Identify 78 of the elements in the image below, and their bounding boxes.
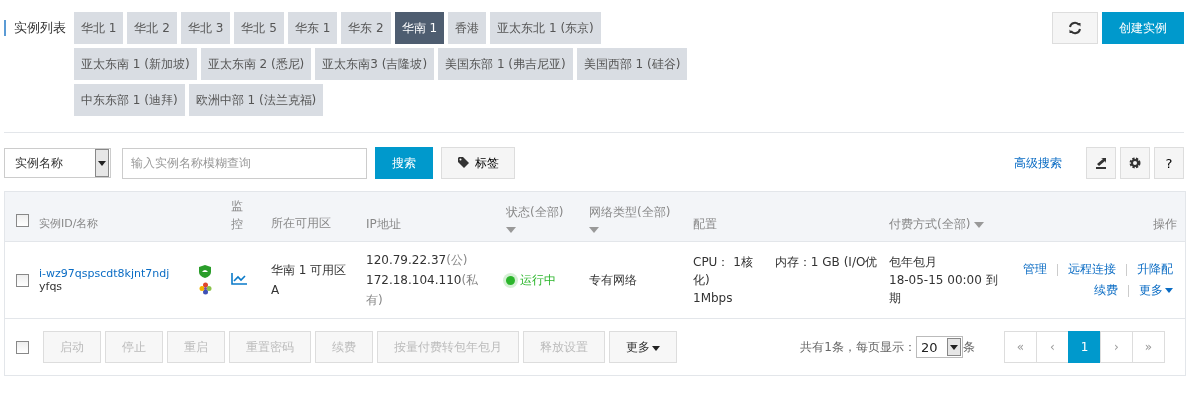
column-header: 实例ID/名称 — [39, 216, 99, 232]
chart-icon[interactable] — [231, 272, 247, 285]
caret-icon — [974, 222, 985, 228]
search-button[interactable]: 搜索 — [375, 147, 433, 179]
instance-id-link[interactable]: i-wz97qspscdt8kjnt7ndj — [39, 267, 170, 280]
page-size-unit: 条 — [963, 338, 975, 356]
region-tab[interactable]: 华北 2 — [127, 12, 177, 44]
public-ip: 120.79.22.37(公) — [366, 252, 469, 269]
page-button[interactable]: › — [1100, 331, 1133, 363]
caret-icon — [506, 227, 516, 233]
instance-name: yfqs — [39, 280, 63, 293]
flower-icon — [199, 282, 212, 295]
caret-icon — [589, 227, 599, 233]
export-button[interactable] — [1086, 147, 1116, 179]
region-tab[interactable]: 欧洲中部 1 (法兰克福) — [188, 84, 324, 116]
page-size-select[interactable]: 20 — [916, 336, 963, 358]
region-tab[interactable]: 亚太东南 2 (悉尼) — [200, 48, 312, 80]
region-tab[interactable]: 华北 3 — [180, 12, 231, 44]
action-link[interactable]: 续费 — [1094, 282, 1118, 299]
page-size-label: 每页显示： — [856, 338, 916, 356]
refresh-icon — [1068, 21, 1082, 35]
private-ip: 172.18.104.110(私有) — [366, 272, 480, 309]
total-count: 共有1条， — [800, 338, 856, 356]
caret-icon — [950, 344, 958, 350]
advanced-search-link[interactable]: 高级搜索 — [1014, 154, 1062, 172]
export-icon — [1095, 157, 1107, 169]
tag-icon — [457, 157, 472, 169]
region-tab[interactable]: 亚太东北 1 (东京) — [490, 12, 601, 44]
page-button[interactable]: 1 — [1068, 331, 1101, 363]
select-all-checkbox[interactable] — [15, 340, 29, 354]
billing-type: 包年包月 — [889, 254, 938, 271]
status-text: 运行中 — [520, 271, 556, 289]
region-tab[interactable]: 华北 5 — [234, 12, 284, 44]
expiry-date: 18-05-15 00:00 到期 — [889, 272, 999, 307]
region-tab[interactable]: 华东 1 — [287, 12, 338, 44]
search-type-select[interactable]: 实例名称 — [4, 148, 111, 178]
action-link[interactable]: 升降配 — [1137, 261, 1173, 278]
more-menu-link[interactable]: 更多 — [1139, 282, 1173, 299]
zone-text: 华南 1 可用区 A — [271, 262, 348, 299]
region-tab[interactable]: 华北 1 — [74, 12, 124, 44]
network-type: 专有网络 — [589, 272, 637, 287]
select-all-checkbox[interactable] — [15, 214, 29, 227]
more-button[interactable]: 更多 — [609, 331, 677, 363]
region-tab[interactable]: 中东东部 1 (迪拜) — [74, 84, 185, 116]
region-tab[interactable]: 美国东部 1 (弗吉尼亚) — [438, 48, 573, 80]
column-header: 所在可用区 — [271, 215, 332, 232]
status-dot — [506, 275, 515, 285]
config-text: CPU： 1核 内存：1 GB (I/O优化) 1Mbps — [693, 254, 878, 307]
region-tab[interactable]: 华南 1 — [394, 12, 445, 44]
shield-icon — [199, 265, 211, 278]
page-button[interactable]: ‹ — [1036, 331, 1069, 363]
create-instance-button[interactable]: 创建实例 — [1102, 12, 1184, 44]
settings-button[interactable] — [1120, 147, 1150, 179]
search-field[interactable]: 输入实例名称模糊查询 — [122, 147, 367, 179]
region-tab[interactable]: 华东 2 — [341, 12, 391, 44]
column-header[interactable]: 网络类型(全部) — [589, 203, 671, 233]
row-checkbox[interactable] — [15, 273, 29, 287]
tag-button[interactable]: 标签 — [441, 147, 515, 179]
region-tab[interactable]: 香港 — [448, 12, 487, 44]
column-header[interactable]: 付费方式(全部) — [889, 215, 1007, 233]
page-button[interactable]: « — [1004, 331, 1037, 363]
caret-icon — [1165, 288, 1173, 293]
region-tab[interactable]: 美国西部 1 (硅谷) — [576, 48, 688, 80]
region-tab[interactable]: 亚太东南 1 (新加坡) — [74, 48, 197, 80]
column-header: IP地址 — [366, 216, 402, 233]
column-header[interactable]: 状态(全部) — [506, 203, 564, 233]
help-button[interactable]: ? — [1154, 147, 1184, 179]
action-link[interactable]: 远程连接 — [1068, 261, 1116, 278]
caret-icon — [652, 345, 660, 351]
column-header: 操作 — [1153, 216, 1177, 233]
refresh-button[interactable] — [1052, 12, 1098, 44]
column-header: 监控 — [231, 198, 244, 233]
caret-icon — [98, 160, 106, 166]
region-tab[interactable]: 亚太东南3 (吉隆坡) — [315, 48, 435, 80]
settings-icon — [1129, 157, 1141, 169]
column-header: 配置 — [693, 216, 717, 233]
page-button[interactable]: » — [1132, 331, 1165, 363]
action-link[interactable]: 管理 — [1023, 261, 1047, 278]
